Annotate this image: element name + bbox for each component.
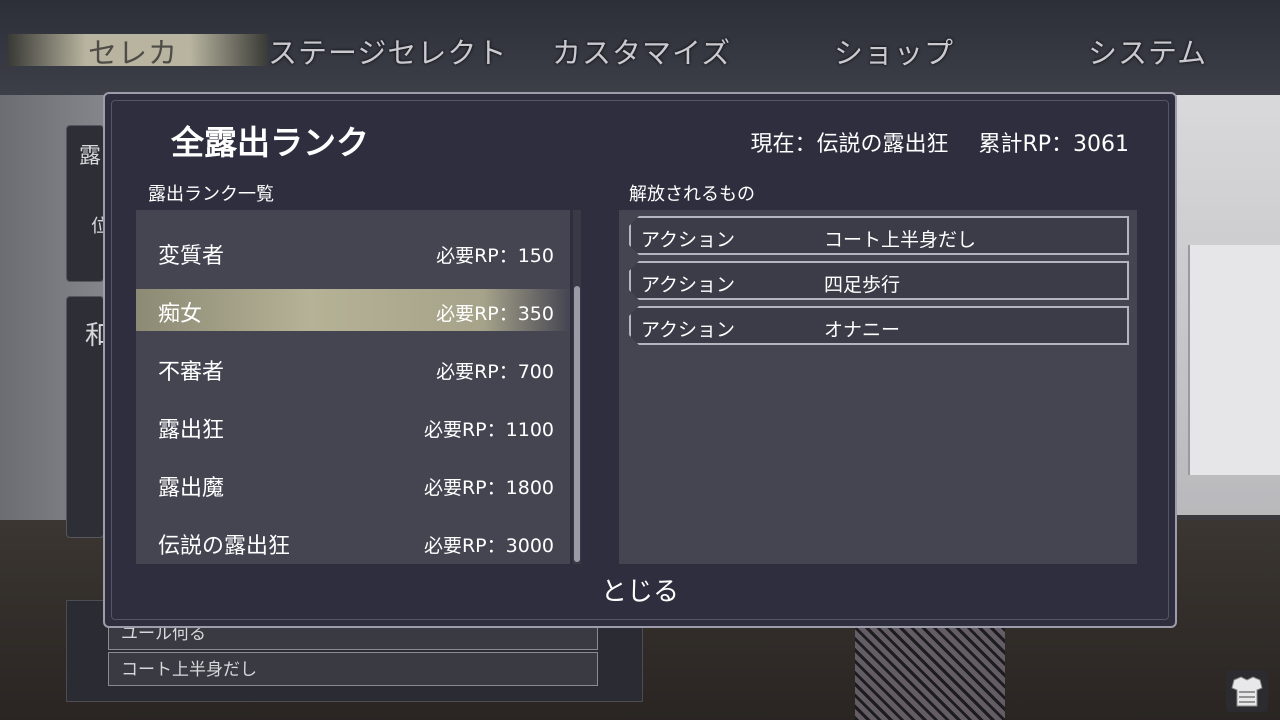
rank-required-rp: 必要RP：350 (436, 303, 554, 325)
rank-list: 変質者 必要RP：150 痴女 必要RP：350 不審者 必要RP：700 露出… (136, 210, 570, 564)
unlock-type: アクション (641, 319, 736, 341)
rank-status: 現在：伝説の露出狂 累計RP：3061 (750, 126, 1129, 158)
rank-required-rp: 必要RP：1800 (423, 477, 554, 499)
rank-name: 変質者 (158, 244, 225, 269)
armor-icon[interactable] (1226, 670, 1268, 712)
unlock-item: アクション 四足歩行 (629, 261, 1129, 300)
rank-required-rp: 必要RP：1100 (423, 419, 554, 441)
unlock-item: アクション オナニー (629, 306, 1129, 345)
tab-stage-select[interactable]: ステージセレクト (268, 30, 507, 72)
rank-list-scrollbar[interactable] (573, 210, 581, 564)
unlock-list: アクション コート上半身だし アクション 四足歩行 アクション オナニー (619, 210, 1137, 564)
rank-name: 痴女 (158, 302, 203, 327)
rank-list-heading: 露出ランク一覧 (148, 184, 274, 205)
unlock-name: オナニー (824, 319, 901, 341)
dialog-title: 全露出ランク (171, 123, 369, 162)
rank-name: 伝説の露出狂 (158, 534, 291, 559)
rank-row[interactable]: 露出魔 必要RP：1800 (136, 463, 570, 505)
door (1188, 245, 1280, 475)
background-panel: 和 (66, 296, 111, 538)
unlock-item: アクション コート上半身だし (629, 216, 1129, 255)
unlock-name: コート上半身だし (824, 229, 977, 251)
current-rank: 現在：伝説の露出狂 (750, 132, 949, 157)
top-menu: セレカ ステージセレクト カスタマイズ ショップ システム (0, 22, 1280, 76)
tab-status[interactable]: セレカ (88, 30, 178, 72)
unlock-heading: 解放されるもの (629, 184, 755, 205)
exposure-rank-dialog: 全露出ランク 現在：伝説の露出狂 累計RP：3061 露出ランク一覧 解放されるも… (103, 92, 1177, 628)
tab-customize[interactable]: カスタマイズ (552, 30, 731, 72)
tab-system[interactable]: システム (1088, 30, 1207, 72)
rank-name: 不審者 (158, 360, 225, 385)
rank-row[interactable]: 変質者 必要RP：150 (136, 231, 570, 273)
unlock-name: 四足歩行 (824, 274, 901, 296)
total-rp: 累計RP：3061 (978, 132, 1129, 157)
character-legs (855, 628, 1005, 720)
background-list-item: コート上半身だし (108, 652, 598, 686)
rank-required-rp: 必要RP：700 (436, 361, 554, 383)
close-button[interactable]: とじる (585, 572, 695, 612)
rank-name: 露出魔 (158, 476, 225, 501)
rank-row-selected[interactable]: 痴女 必要RP：350 (136, 289, 570, 331)
tab-shop[interactable]: ショップ (834, 30, 954, 72)
unlock-type: アクション (641, 229, 736, 251)
background-panel: 露 位 (66, 125, 109, 282)
rank-row[interactable]: 不審者 必要RP：700 (136, 347, 570, 389)
scrollbar-thumb[interactable] (574, 286, 580, 562)
rank-name: 露出狂 (158, 418, 225, 443)
rank-required-rp: 必要RP：3000 (423, 535, 554, 557)
rank-row[interactable]: 露出狂 必要RP：1100 (136, 405, 570, 447)
rank-row[interactable]: 伝説の露出狂 必要RP：3000 (136, 521, 570, 563)
unlock-type: アクション (641, 274, 736, 296)
background-label: 露 (79, 144, 102, 169)
rank-required-rp: 必要RP：150 (436, 245, 554, 267)
